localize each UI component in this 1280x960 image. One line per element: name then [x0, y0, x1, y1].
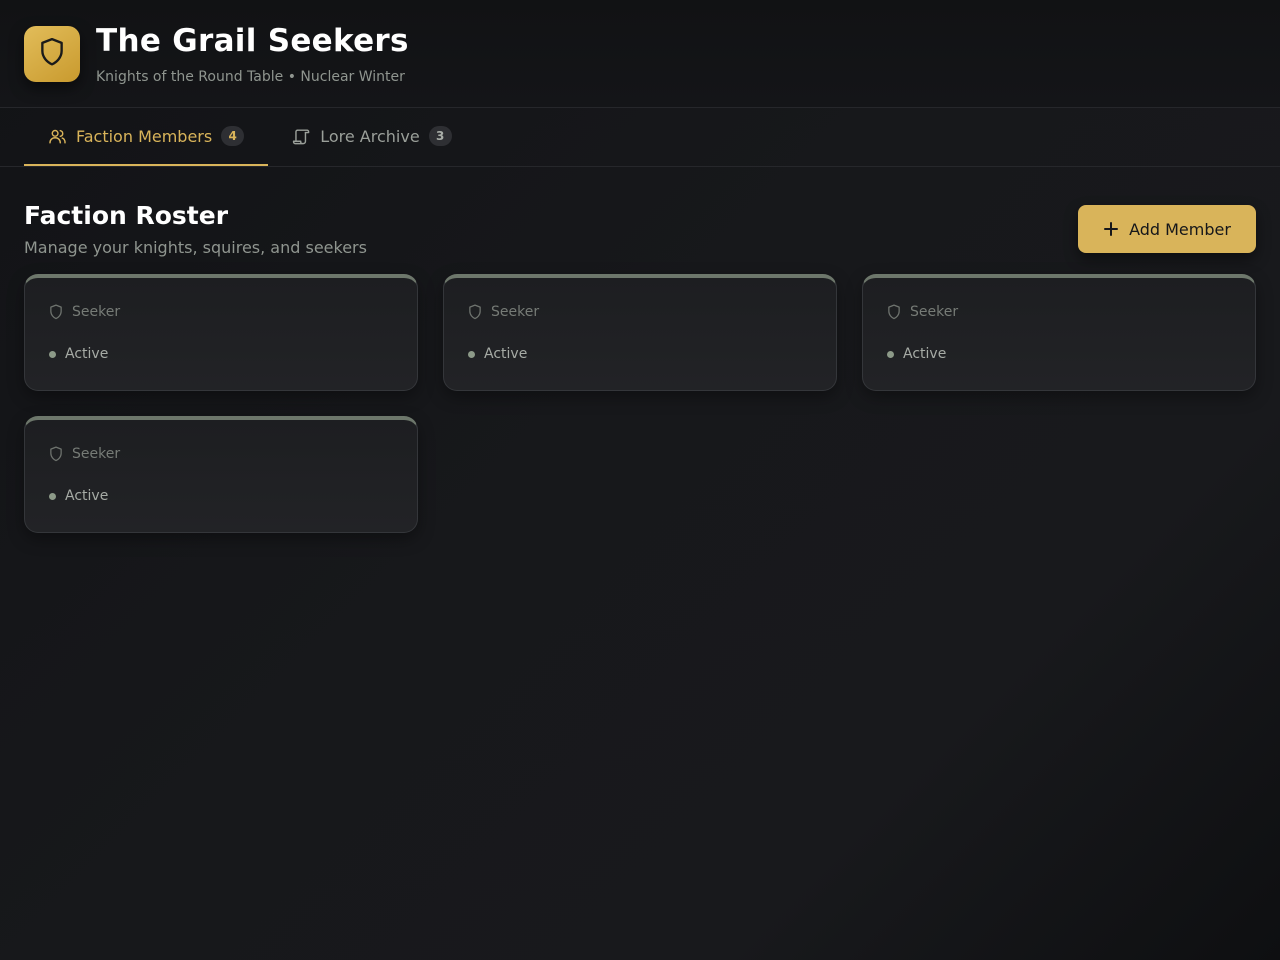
member-card[interactable]: Seeker Active [862, 274, 1256, 391]
roster-header: Faction Roster Manage your knights, squi… [0, 167, 1280, 257]
users-icon [48, 127, 67, 146]
tab-bar: Faction Members 4 Lore Archive 3 [0, 108, 1280, 167]
shield-icon [49, 446, 63, 462]
add-member-label: Add Member [1129, 219, 1231, 239]
tab-count-badge: 4 [221, 126, 245, 146]
member-status: Active [65, 488, 109, 504]
app-header: The Grail Seekers Knights of the Round T… [0, 0, 1280, 108]
status-dot [468, 350, 475, 358]
tab-label: Faction Members [76, 126, 213, 146]
shield-icon [39, 37, 65, 71]
scroll-icon [292, 127, 311, 146]
member-role: Seeker [910, 304, 959, 320]
status-dot [887, 350, 894, 358]
shield-icon [468, 304, 482, 320]
member-status: Active [484, 346, 528, 362]
app-subtitle: Knights of the Round Table • Nuclear Win… [96, 68, 405, 85]
status-dot [49, 350, 56, 358]
member-status: Active [903, 346, 947, 362]
tab-label: Lore Archive [320, 126, 420, 146]
add-member-button[interactable]: Add Member [1078, 205, 1256, 253]
page-subtitle: Manage your knights, squires, and seeker… [24, 238, 367, 257]
shield-icon [49, 304, 63, 320]
tab-faction-members[interactable]: Faction Members 4 [24, 108, 269, 166]
page-title: Faction Roster [24, 201, 229, 230]
member-card[interactable]: Seeker Active [24, 416, 418, 533]
member-role: Seeker [72, 304, 121, 320]
member-role: Seeker [72, 446, 121, 462]
plus-icon [1103, 221, 1119, 237]
app-logo [24, 25, 80, 82]
member-grid: Seeker Active Seeker Active Seeker Activ… [0, 257, 1280, 533]
member-card[interactable]: Seeker Active [24, 274, 418, 391]
tab-lore-archive[interactable]: Lore Archive 3 [268, 108, 475, 166]
app-title: The Grail Seekers [96, 22, 409, 59]
shield-icon [887, 304, 901, 320]
member-role: Seeker [491, 304, 540, 320]
status-dot [49, 492, 56, 500]
tab-count-badge: 3 [428, 126, 452, 146]
member-status: Active [65, 346, 109, 362]
member-card[interactable]: Seeker Active [443, 274, 837, 391]
